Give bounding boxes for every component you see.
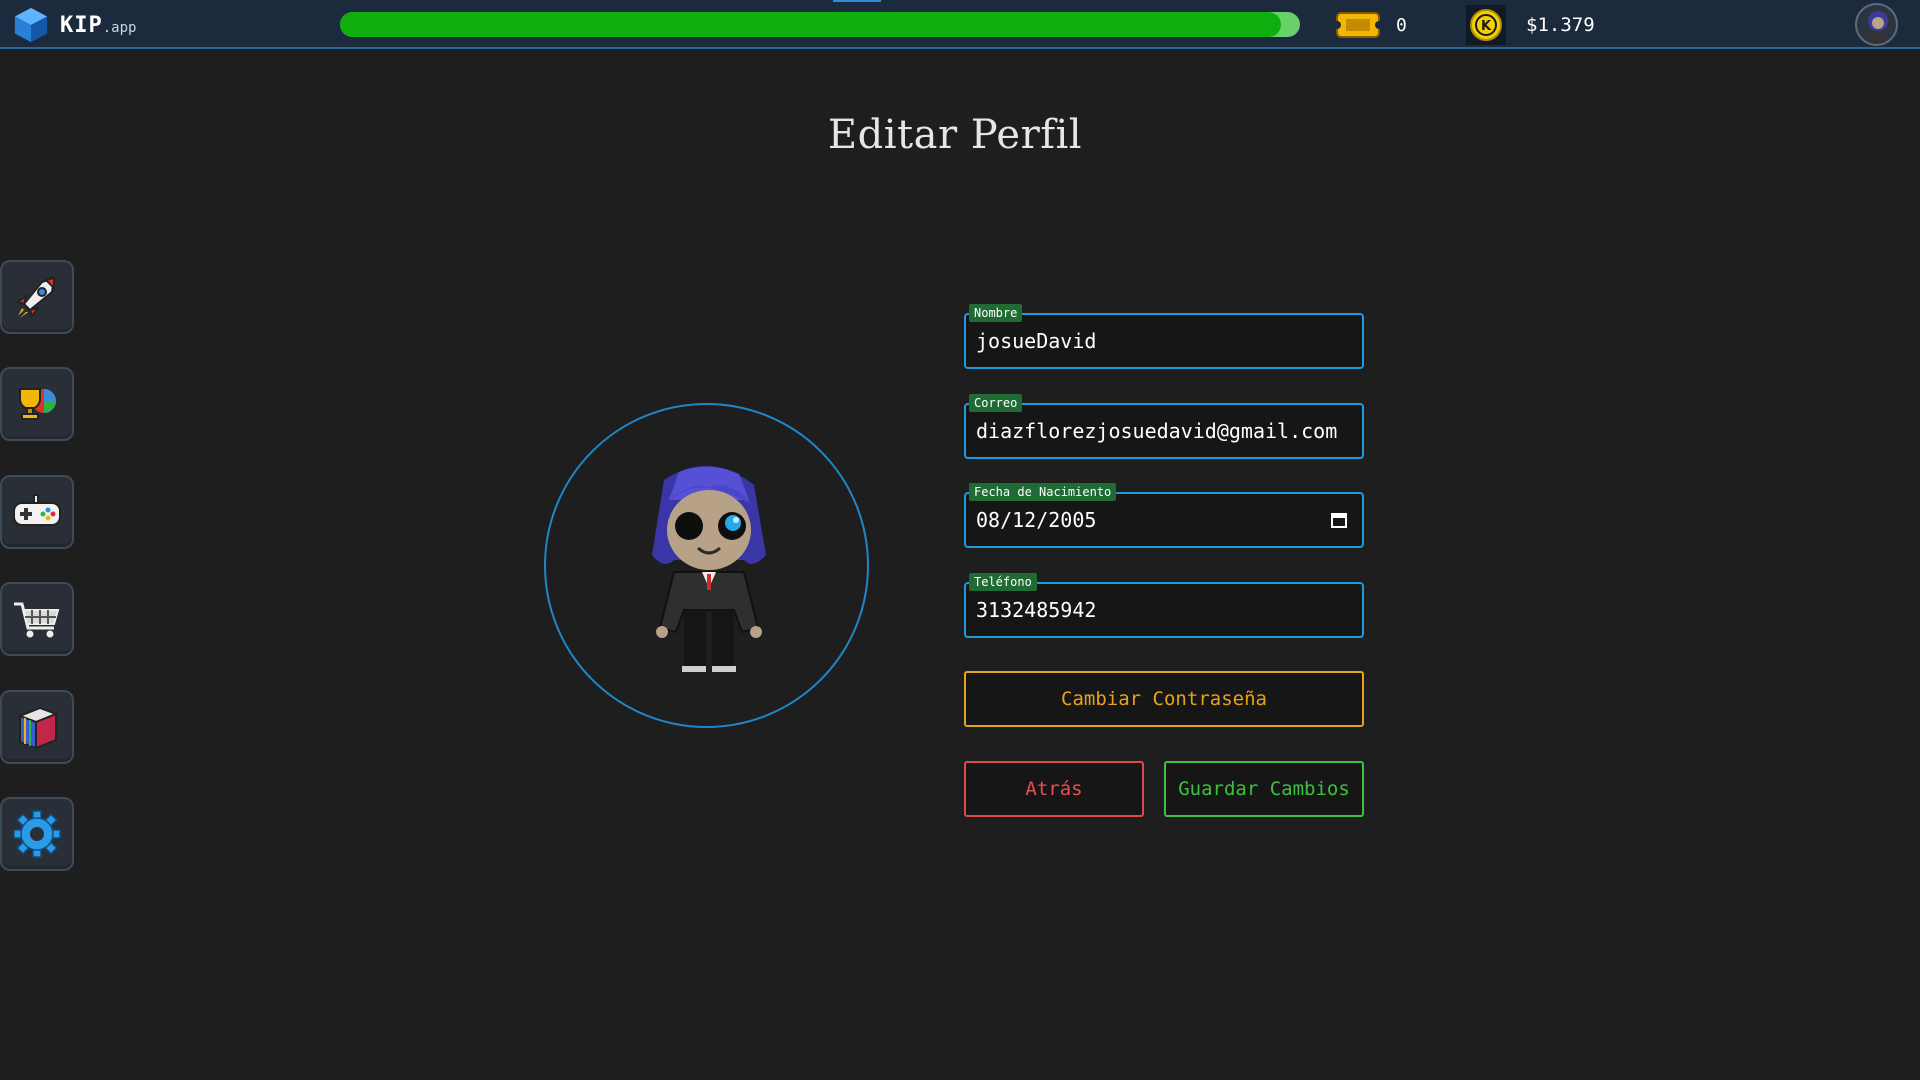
email-field-label: Correo: [969, 394, 1023, 412]
xp-progress-fill: [340, 12, 1281, 37]
app-name: KIP.app: [60, 12, 137, 38]
user-avatar[interactable]: [1855, 3, 1898, 46]
gear-icon: [13, 810, 61, 858]
phone-input[interactable]: [976, 598, 1346, 622]
cart-icon: [14, 602, 60, 638]
phone-field-label: Teléfono: [969, 573, 1037, 591]
email-field[interactable]: Correo: [964, 394, 1364, 459]
birthdate-input[interactable]: [976, 508, 1306, 532]
calendar-icon[interactable]: [1330, 511, 1348, 529]
coin-box: K: [1466, 5, 1506, 45]
books-icon: [17, 706, 59, 750]
app-suffix: .app: [102, 19, 137, 36]
ticket-count: 0: [1396, 14, 1407, 36]
top-bar: KIP.app 0 K $1.379: [0, 0, 1920, 49]
cube-logo-icon: [14, 7, 48, 43]
save-changes-button[interactable]: Guardar Cambios: [1164, 761, 1364, 817]
avatar-icon: [1868, 11, 1888, 44]
name-field-label: Nombre: [969, 304, 1023, 322]
character-avatar-image: [652, 466, 766, 672]
top-accent-line: [833, 0, 881, 2]
back-button[interactable]: Atrás: [964, 761, 1144, 817]
name-field[interactable]: Nombre: [964, 304, 1364, 369]
trophy-icon: [19, 388, 56, 420]
name-input[interactable]: [976, 329, 1346, 353]
sidebar-item-shop[interactable]: [0, 582, 74, 656]
app-logo[interactable]: KIP.app: [12, 6, 136, 44]
coin-balance[interactable]: K $1.379: [1466, 5, 1595, 45]
sidebar-item-games[interactable]: [0, 475, 74, 549]
email-input[interactable]: [976, 419, 1346, 443]
phone-field[interactable]: Teléfono: [964, 573, 1364, 638]
sidebar-item-settings[interactable]: [0, 797, 74, 871]
change-password-button[interactable]: Cambiar Contraseña: [964, 671, 1364, 727]
birthdate-field[interactable]: Fecha de Nacimiento: [964, 483, 1364, 548]
gamepad-icon: [13, 494, 61, 526]
coin-symbol: K: [1481, 19, 1492, 34]
sidebar-item-rocket[interactable]: [0, 260, 74, 334]
coin-icon: K: [1470, 9, 1502, 41]
page-title: Editar Perfil: [827, 112, 1083, 158]
balance-amount: $1.379: [1526, 14, 1595, 36]
rocket-icon: [15, 276, 56, 319]
sidebar-item-library[interactable]: [0, 690, 74, 764]
sidebar-item-trophy[interactable]: [0, 367, 74, 441]
tickets-counter[interactable]: 0: [1336, 12, 1407, 38]
birthdate-field-label: Fecha de Nacimiento: [969, 483, 1117, 501]
xp-progress-bar: [340, 12, 1300, 37]
ticket-icon: [1336, 12, 1380, 38]
